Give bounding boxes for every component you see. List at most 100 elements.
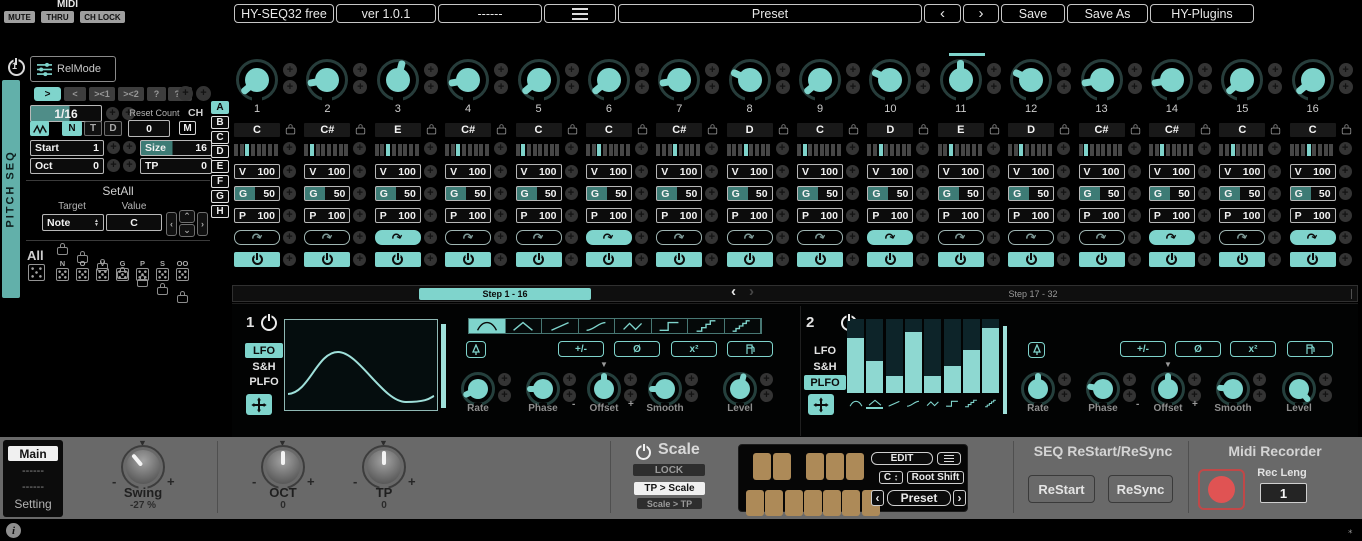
lane-dice-o-icon[interactable] (76, 268, 89, 281)
gate-field[interactable]: G 50 (867, 186, 914, 201)
octave-bar[interactable] (1318, 144, 1323, 156)
gate-plus-button[interactable]: + (986, 187, 1000, 200)
gate-plus-button[interactable]: + (564, 187, 578, 200)
octave-bar[interactable] (1300, 144, 1305, 156)
note-lock-icon[interactable] (426, 124, 436, 135)
octave-bar[interactable] (338, 144, 343, 156)
gate-plus-button[interactable]: + (494, 187, 508, 200)
gate-field[interactable]: G 50 (1219, 186, 1266, 201)
slide-button[interactable]: ↷ (1219, 228, 1266, 246)
note-lock-icon[interactable] (496, 124, 507, 135)
octave-bar[interactable] (403, 144, 408, 156)
octave-bar[interactable] (890, 144, 895, 156)
step-power-button[interactable] (726, 252, 773, 267)
note-lock-icon[interactable] (1200, 124, 1211, 135)
lane-lock-s-icon[interactable] (157, 283, 168, 295)
tp-knob[interactable] (362, 445, 406, 490)
octave-bar[interactable] (755, 144, 760, 156)
octave-bar-row[interactable] (515, 143, 562, 156)
lfo2-smooth-dec-button[interactable]: + (1253, 389, 1266, 402)
probability-field[interactable]: P 100 (374, 208, 421, 223)
scale-lock-button[interactable]: LOCK (633, 464, 705, 476)
lane-lock-oo-icon[interactable] (177, 291, 188, 303)
octave-bar[interactable] (901, 144, 906, 156)
probability-field[interactable]: P 100 (656, 208, 703, 223)
octave-bar[interactable] (450, 144, 455, 156)
pattern-tab-f[interactable]: F (211, 175, 229, 188)
slide-plus-button[interactable]: + (1268, 231, 1282, 244)
octave-bar[interactable] (1312, 144, 1317, 156)
page-next-button[interactable]: › (749, 283, 754, 300)
octave-bar[interactable] (273, 144, 278, 156)
step-power-button[interactable] (656, 252, 703, 267)
velocity-field[interactable]: V 100 (656, 164, 703, 179)
octave-bar[interactable] (467, 144, 472, 156)
slide-plus-button[interactable]: + (494, 231, 508, 244)
octave-bar[interactable] (971, 144, 976, 156)
step-power-button[interactable] (234, 252, 280, 267)
step-knob-inc-button[interactable]: + (423, 63, 438, 77)
note-lock-icon[interactable] (567, 124, 577, 135)
octave-bar[interactable] (1101, 144, 1106, 156)
note-lock-icon[interactable] (285, 124, 296, 135)
step-power-plus-button[interactable]: + (846, 253, 859, 266)
pattern-tab-c[interactable]: C (211, 130, 229, 144)
octave-bar[interactable] (1224, 144, 1229, 156)
slide-plus-button[interactable]: + (353, 231, 367, 244)
note-name-field[interactable]: C# (1078, 123, 1125, 137)
step-knob[interactable] (306, 59, 349, 102)
step-knob-dec-button[interactable]: + (916, 80, 931, 94)
octave-bar[interactable] (1106, 144, 1111, 156)
lfo2-level-dec-button[interactable]: + (1319, 389, 1332, 402)
octave-bar-row[interactable] (585, 143, 632, 156)
lane-dice-n-icon[interactable] (56, 268, 69, 281)
octave-bar[interactable] (679, 144, 684, 156)
preset-prev-button[interactable]: ‹ (924, 4, 961, 23)
octave-bar[interactable] (555, 144, 560, 156)
octave-bar[interactable] (625, 144, 630, 156)
octave-bar[interactable] (802, 144, 807, 156)
pattern-tab-d[interactable]: D (211, 145, 229, 159)
velocity-plus-button[interactable]: + (1268, 165, 1282, 178)
octave-bar[interactable] (943, 144, 948, 156)
size-field[interactable]: Size 16 (140, 140, 212, 156)
gate-field[interactable]: G 50 (374, 186, 421, 201)
octave-bar[interactable] (327, 144, 332, 156)
velocity-plus-button[interactable]: + (1338, 165, 1352, 178)
octave-bar[interactable] (239, 144, 244, 156)
probability-plus-button[interactable]: + (1057, 209, 1071, 222)
step-knob-dec-button[interactable]: + (283, 80, 297, 94)
step-knob-inc-button[interactable]: + (1127, 63, 1142, 77)
probability-plus-button[interactable]: + (634, 209, 648, 222)
octave-bar[interactable] (836, 144, 841, 156)
gate-plus-button[interactable]: + (705, 187, 719, 200)
octave-bar[interactable] (462, 144, 467, 156)
slide-plus-button[interactable]: + (283, 231, 296, 244)
note-name-field[interactable]: C# (445, 123, 492, 137)
octave-bar[interactable] (954, 144, 959, 156)
setall-down-button[interactable]: ⌄ (179, 224, 195, 237)
octave-bar[interactable] (1036, 144, 1041, 156)
lfo2-smooth-knob[interactable] (1216, 372, 1250, 407)
probability-plus-button[interactable]: + (1268, 209, 1282, 222)
gate-plus-button[interactable]: + (1127, 187, 1141, 200)
scale-menu-button[interactable] (937, 452, 961, 465)
resize-handle[interactable]: ⁎ (1348, 525, 1353, 536)
probability-field[interactable]: P 100 (797, 208, 843, 223)
rec-leng-field[interactable]: 1 (1260, 483, 1307, 503)
octave-bar[interactable] (310, 144, 315, 156)
step-knob[interactable] (1150, 59, 1193, 102)
probability-field[interactable]: P 100 (1148, 208, 1195, 223)
note-name-field[interactable]: C (585, 123, 632, 137)
octave-bar[interactable] (895, 144, 900, 156)
velocity-plus-button[interactable]: + (986, 165, 1000, 178)
octave-bar[interactable] (949, 144, 954, 156)
note-lock-icon[interactable] (1059, 124, 1070, 135)
step-knob-dec-button[interactable]: + (775, 80, 790, 94)
slide-button[interactable]: ↷ (445, 228, 492, 246)
octave-bar[interactable] (690, 144, 695, 156)
rate-field[interactable]: 1/16 (30, 105, 102, 122)
slide-plus-button[interactable]: + (634, 231, 648, 244)
step-knob-dec-button[interactable]: + (1057, 80, 1072, 94)
gate-plus-button[interactable]: + (283, 187, 296, 200)
